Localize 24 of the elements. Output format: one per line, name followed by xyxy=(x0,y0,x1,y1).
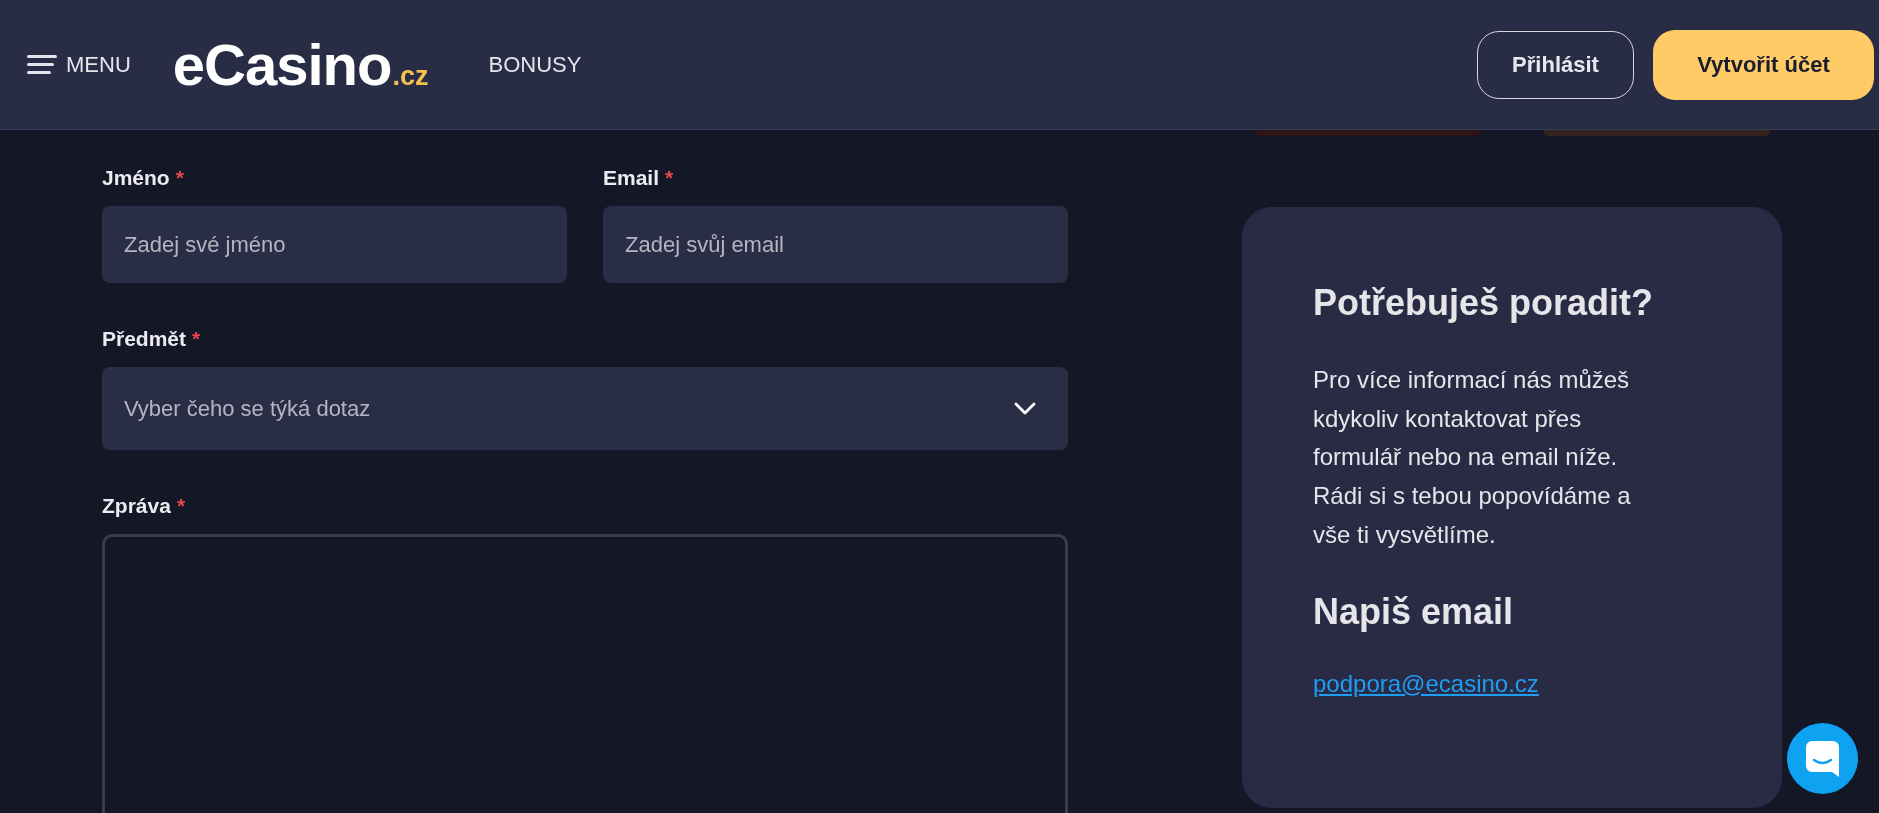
card-heading: Napiš email xyxy=(1313,591,1514,632)
required-mark: * xyxy=(192,326,201,352)
field-label: Jméno xyxy=(102,165,170,191)
chat-bubble-icon xyxy=(1806,740,1839,777)
message-field[interactable] xyxy=(102,534,1068,813)
input-field[interactable]: Zadej své jméno xyxy=(102,206,567,283)
site-logo[interactable]: eCasino.cz xyxy=(172,32,429,97)
required-mark: * xyxy=(175,165,184,191)
card-text: Pro více informací nás můžeš kdykoliv kontaktovat přes formulář nebo na email níže. Rádi si s tebou popovídáme a vše ti vysvětlíme. xyxy=(1313,365,1632,550)
input-field[interactable]: Zadej svůj email xyxy=(603,206,1068,283)
menu-button[interactable]: MENU xyxy=(27,53,131,76)
field-label: Zpráva xyxy=(102,493,171,519)
card-title: Potřebuješ poradit? xyxy=(1313,283,1654,323)
dropdown-field[interactable]: Vyber čeho se týká dotaz xyxy=(102,367,1068,450)
email-link[interactable]: podpora@ecasino.cz xyxy=(1313,668,1539,699)
sign-in-button[interactable]: Přihlásit xyxy=(1477,30,1634,99)
sign-up-button[interactable]: Vytvořit účet xyxy=(1653,29,1874,100)
required-mark: * xyxy=(176,493,186,519)
menu-icon xyxy=(27,55,57,74)
nav-link[interactable]: BONUSY xyxy=(488,53,582,76)
field-label: Email xyxy=(603,165,660,191)
required-mark: * xyxy=(665,165,674,191)
chevron-down-icon xyxy=(1014,402,1036,415)
field-label: Předmět xyxy=(102,326,187,352)
